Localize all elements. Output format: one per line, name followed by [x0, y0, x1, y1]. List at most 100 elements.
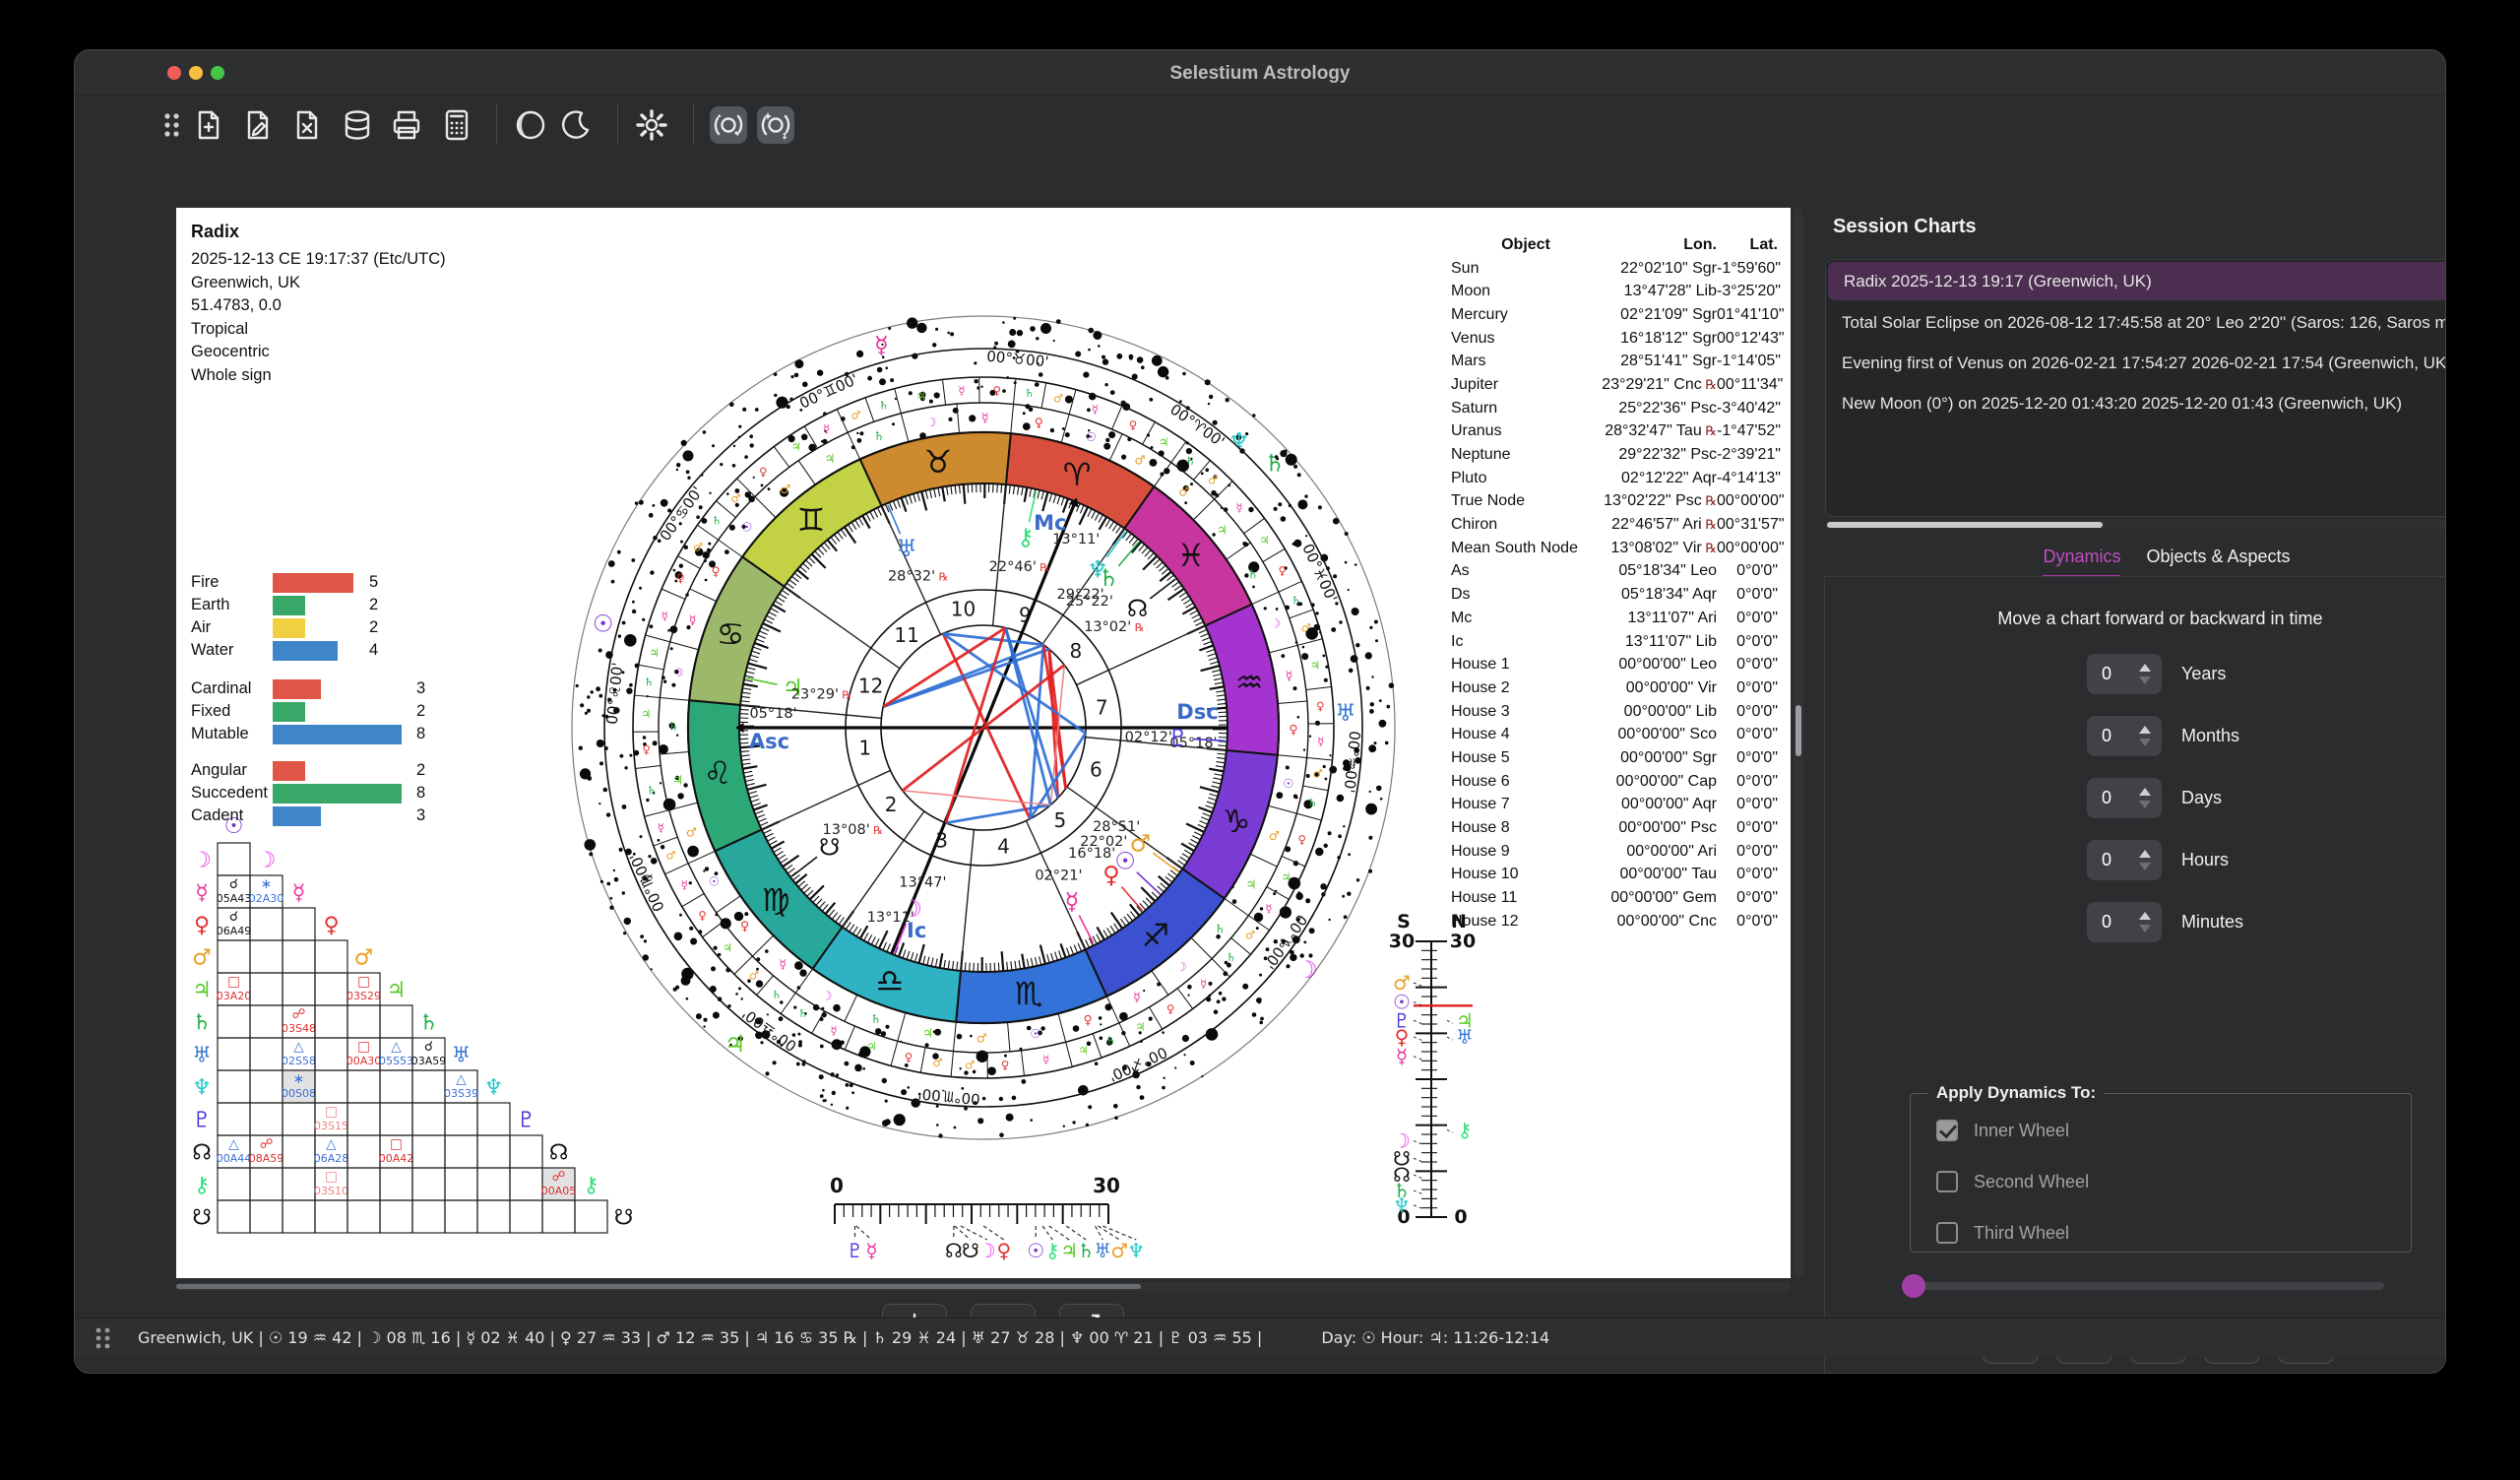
years-stepper[interactable]: 0 — [2087, 654, 2162, 694]
svg-text:♂: ♂ — [932, 1056, 942, 1069]
svg-text:00°♒00': 00°♒00' — [1340, 730, 1363, 794]
file-edit-icon[interactable] — [239, 106, 277, 144]
table-row: Sun22°02'10" Sgr-1°59'60" — [1451, 257, 1778, 281]
svg-text:22°46' ℞: 22°46' ℞ — [989, 559, 1050, 575]
stepper-up-icon[interactable] — [2139, 726, 2151, 734]
svg-text:13°08' ℞: 13°08' ℞ — [823, 822, 884, 838]
slider-knob[interactable] — [1902, 1274, 1925, 1298]
stepper-up-icon[interactable] — [2139, 850, 2151, 858]
stepper-down-icon[interactable] — [2139, 676, 2151, 684]
months-stepper[interactable]: 0 — [2087, 716, 2162, 756]
svg-text:♌: ♌ — [704, 754, 732, 792]
stepper-up-icon[interactable] — [2139, 664, 2151, 672]
cell-object: Sun — [1451, 260, 1601, 278]
cell-lat: 0°0'0" — [1717, 610, 1778, 627]
session-chart-item[interactable]: Total Solar Eclipse on 2026-08-12 17:45:… — [1826, 302, 2446, 343]
stepper-down-icon[interactable] — [2139, 801, 2151, 808]
cell-lon: 25°22'36" Psc — [1601, 400, 1717, 418]
svg-text:♄: ♄ — [870, 1011, 881, 1026]
svg-text:♅: ♅ — [1456, 1025, 1474, 1049]
svg-text:11: 11 — [894, 623, 918, 647]
cell-object: Jupiter — [1451, 376, 1601, 394]
checkbox-inner-wheel[interactable] — [1936, 1120, 1958, 1141]
crescent-moon-icon[interactable] — [557, 106, 595, 144]
stepper-up-icon[interactable] — [2139, 788, 2151, 796]
stepper-value: 0 — [2087, 788, 2136, 808]
svg-text:♂: ♂ — [1245, 928, 1255, 941]
days-stepper[interactable]: 0 — [2087, 778, 2162, 818]
svg-text:♆: ♆ — [192, 1076, 212, 1101]
chart-info-line: Geocentric — [191, 341, 446, 364]
chart-title: Radix — [191, 222, 446, 242]
orbit-chart-icon[interactable] — [710, 106, 747, 144]
moon-phase-icon[interactable] — [512, 106, 549, 144]
table-row: House 900°00'00" Ari0°0'0" — [1451, 840, 1778, 864]
minutes-stepper[interactable]: 0 — [2087, 902, 2162, 942]
stepper-down-icon[interactable] — [2139, 863, 2151, 870]
hours-stepper[interactable]: 0 — [2087, 840, 2162, 880]
svg-text:♂: ♂ — [965, 1059, 975, 1072]
checkbox-third-wheel[interactable] — [1936, 1222, 1958, 1244]
svg-text:☿: ☿ — [1042, 1053, 1049, 1066]
stepper-up-icon[interactable] — [2139, 912, 2151, 920]
svg-text:S: S — [1397, 911, 1411, 933]
orbit-chart-star-icon[interactable] — [757, 106, 794, 144]
session-chart-item[interactable]: Evening first of Venus on 2026-02-21 17:… — [1826, 343, 2446, 383]
svg-text:30: 30 — [1093, 1174, 1120, 1197]
stage: Selestium Astrology ☿♆♄♅☽♃☉♃♀☿♂♄♂☉♀♀☿♃♄♂… — [0, 0, 2520, 1480]
stepper-arrows[interactable] — [2136, 726, 2162, 746]
svg-text:00°♎00': 00°♎00' — [739, 1004, 800, 1055]
database-icon[interactable] — [339, 106, 376, 144]
grip-icon[interactable] — [154, 106, 191, 144]
bar-row: Succedent8 — [191, 782, 425, 804]
session-list-scrollbar[interactable] — [1825, 521, 2446, 529]
tab-objects-aspects[interactable]: Objects & Aspects — [2146, 547, 2290, 578]
svg-text:♀: ♀ — [1278, 564, 1286, 578]
table-row: Venus16°18'12" Sgr00°12'43" — [1451, 327, 1778, 351]
svg-text:♏: ♏ — [1015, 975, 1043, 1012]
stepper-down-icon[interactable] — [2139, 925, 2151, 933]
session-chart-item[interactable]: Radix 2025-12-13 19:17 (Greenwich, UK) — [1828, 262, 2446, 300]
cell-lon: 16°18'12" Sgr — [1601, 330, 1717, 348]
stepper-down-icon[interactable] — [2139, 739, 2151, 746]
vertical-scrollbar[interactable] — [1794, 208, 1803, 1278]
svg-text:♂: ♂ — [693, 541, 703, 554]
svg-text:☍: ☍ — [260, 1136, 274, 1152]
svg-text:♅: ♅ — [1335, 699, 1356, 727]
horizontal-scrollbar[interactable] — [176, 1282, 1791, 1291]
file-x-icon[interactable] — [288, 106, 326, 144]
svg-text:♃: ♃ — [866, 1040, 876, 1054]
svg-text:♀: ♀ — [642, 742, 650, 756]
bar-track — [273, 618, 418, 638]
degree-ruler-horizontal: 030♇☿☊☋☽♀☉⚷♃♄♅♂♆ — [830, 1174, 1145, 1262]
stepper-arrows[interactable] — [2136, 664, 2162, 684]
svg-text:☿: ☿ — [1317, 735, 1324, 748]
time-slider[interactable] — [1904, 1282, 2384, 1290]
stepper-arrows[interactable] — [2136, 912, 2162, 933]
printer-icon[interactable] — [388, 106, 425, 144]
stepper-value: 0 — [2087, 850, 2136, 870]
svg-text:♀: ♀ — [997, 1239, 1012, 1262]
status-grip-icon[interactable] — [94, 1325, 112, 1351]
file-plus-icon[interactable] — [190, 106, 227, 144]
svg-text:☿: ☿ — [1396, 1045, 1408, 1068]
svg-text:03S48: 03S48 — [282, 1022, 316, 1035]
cell-object: Venus — [1451, 330, 1601, 348]
session-chart-item[interactable]: New Moon (0°) on 2025-12-20 01:43:20 202… — [1826, 383, 2446, 423]
cell-lon: 02°21'09" Sgr — [1601, 306, 1717, 324]
calculator-icon[interactable] — [438, 106, 475, 144]
cell-lon: 00°00'00" Vir — [1601, 679, 1717, 697]
chart-panel: ☿♆♄♅☽♃☉♃♀☿♂♄♂☉♀♀☿♃♄♂☿☽♄☿♃♀♂♄♃♂☉♂♀☿♃♄♀☿☽♃… — [176, 208, 1791, 1278]
svg-text:♄: ♄ — [1215, 921, 1226, 935]
cell-lon: 28°51'41" Sgr — [1601, 353, 1717, 370]
svg-text:06A49: 06A49 — [217, 925, 252, 937]
stepper-arrows[interactable] — [2136, 788, 2162, 808]
cell-object: Mercury — [1451, 306, 1601, 324]
gear-icon[interactable] — [633, 106, 670, 144]
stepper-arrows[interactable] — [2136, 850, 2162, 870]
tab-dynamics[interactable]: Dynamics — [2043, 547, 2120, 578]
cell-lat: -1°47'52" — [1717, 422, 1778, 440]
checkbox-second-wheel[interactable] — [1936, 1171, 1958, 1192]
svg-text:∗: ∗ — [261, 876, 272, 892]
cell-object: House 4 — [1451, 726, 1601, 743]
